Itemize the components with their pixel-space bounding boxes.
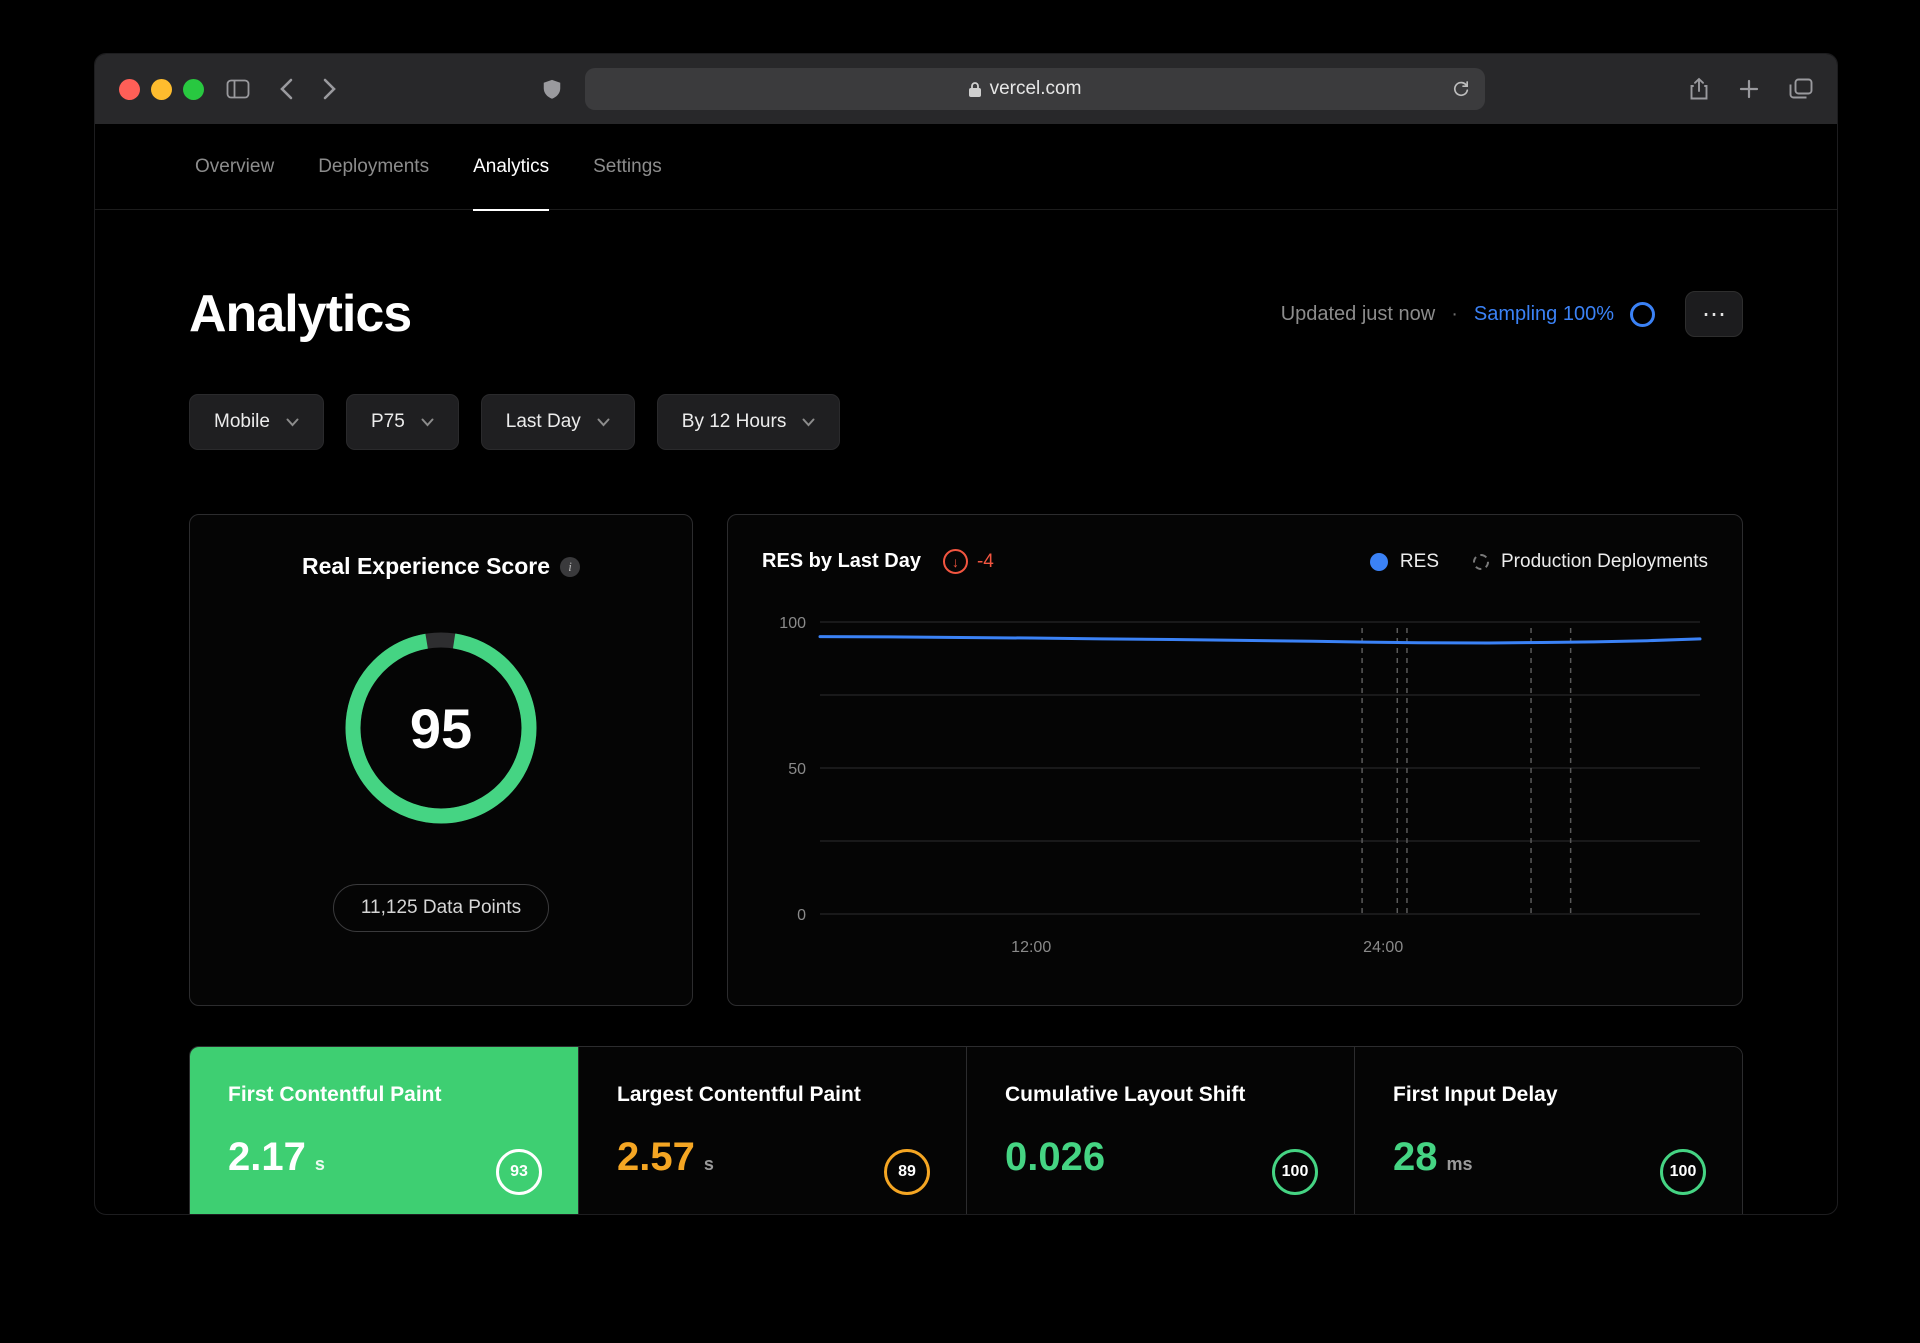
deployments-legend-dashed-circle-icon xyxy=(1473,553,1489,570)
legend-label: RES xyxy=(1399,550,1439,572)
chart-title: RES by Last Day xyxy=(762,550,921,572)
back-button-icon[interactable] xyxy=(280,78,293,100)
res-chart-card: RES by Last Day ↓ -4 RES Production Depl… xyxy=(727,514,1743,1006)
svg-text:24:00: 24:00 xyxy=(1363,939,1403,956)
tab-deployments[interactable]: Deployments xyxy=(318,124,429,210)
tab-label: Deployments xyxy=(318,155,430,177)
page-title: Analytics xyxy=(189,285,412,343)
reload-icon[interactable] xyxy=(1451,79,1471,99)
metric-card-first-input-delay[interactable]: First Input Delay 28 ms 100 xyxy=(1354,1047,1742,1214)
metric-score-badge: 93 xyxy=(496,1149,542,1195)
svg-text:50: 50 xyxy=(788,761,806,778)
sampling-progress-ring xyxy=(1630,301,1655,327)
arrow-down-circle-icon: ↓ xyxy=(942,549,968,574)
metric-card-first-contentful-paint[interactable]: First Contentful Paint 2.17 s 93 xyxy=(190,1047,578,1214)
chevron-down-icon xyxy=(421,418,434,426)
zoom-window-button[interactable] xyxy=(183,78,204,100)
metric-unit: s xyxy=(703,1154,714,1174)
analytics-page: Analytics Updated just now · Sampling 10… xyxy=(95,284,1837,1214)
metric-title: First Input Delay xyxy=(1393,1083,1558,1106)
res-line-chart[interactable]: 100 50 0 12:00 24:00 xyxy=(762,614,1708,962)
metric-card-largest-contentful-paint[interactable]: Largest Contentful Paint 2.57 s 89 xyxy=(578,1047,966,1214)
metric-unit: ms xyxy=(1446,1154,1473,1174)
metric-score-badge: 100 xyxy=(1660,1149,1706,1195)
filter-label: P75 xyxy=(370,411,405,432)
svg-text:100: 100 xyxy=(779,615,806,632)
res-score-value: 95 xyxy=(409,696,473,760)
share-icon[interactable] xyxy=(1689,77,1709,101)
metric-card-cumulative-layout-shift[interactable]: Cumulative Layout Shift 0.026 100 xyxy=(966,1047,1354,1214)
tab-label: Overview xyxy=(195,155,275,177)
tab-settings[interactable]: Settings xyxy=(593,124,662,210)
filter-bar: Mobile P75 Last Day By 12 Hours xyxy=(189,394,1743,450)
score-gauge: 95 xyxy=(341,628,541,828)
tab-label: Analytics xyxy=(473,155,550,177)
info-icon[interactable]: i xyxy=(560,556,581,577)
more-options-button[interactable]: ⋯ xyxy=(1685,291,1743,337)
chevron-down-icon xyxy=(802,418,815,426)
legend-production-deployments[interactable]: Production Deployments xyxy=(1473,551,1708,573)
percentile-filter-dropdown[interactable]: P75 xyxy=(345,394,459,450)
chevron-down-icon xyxy=(286,418,299,426)
delta-indicator: ↓ -4 xyxy=(942,549,994,574)
lock-icon xyxy=(968,81,982,98)
filter-label: Last Day xyxy=(505,411,581,432)
updated-status: Updated just now xyxy=(1280,302,1436,325)
tab-overview-icon[interactable] xyxy=(1789,78,1813,100)
legend-label: Production Deployments xyxy=(1501,550,1708,572)
site-nav: Overview Deployments Analytics Settings xyxy=(95,124,1837,211)
url-text: vercel.com xyxy=(989,78,1082,99)
filter-label: By 12 Hours xyxy=(681,411,787,432)
metric-title: Largest Contentful Paint xyxy=(617,1083,861,1106)
real-experience-score-card: Real Experience Score i 95 11,125 Data P… xyxy=(189,514,693,1006)
legend-res[interactable]: RES xyxy=(1369,550,1439,573)
metric-value: 28 xyxy=(1393,1135,1438,1179)
meta-separator: · xyxy=(1451,302,1458,325)
tab-overview[interactable]: Overview xyxy=(195,124,274,210)
new-tab-icon[interactable] xyxy=(1739,79,1759,99)
browser-chrome: vercel.com xyxy=(95,54,1837,124)
sidebar-toggle-icon[interactable] xyxy=(226,79,250,99)
metric-value: 0.026 xyxy=(1005,1135,1106,1179)
privacy-shield-icon[interactable] xyxy=(541,77,563,101)
sampling-link[interactable]: Sampling 100% xyxy=(1474,303,1614,326)
data-points-badge: 11,125 Data Points xyxy=(332,884,550,932)
metric-score-badge: 100 xyxy=(1272,1149,1318,1195)
metric-value: 2.57 xyxy=(617,1135,695,1179)
metric-unit: s xyxy=(314,1154,325,1174)
tab-label: Settings xyxy=(593,155,662,177)
address-bar[interactable]: vercel.com xyxy=(584,68,1485,110)
chevron-down-icon xyxy=(597,418,610,426)
metric-value: 2.17 xyxy=(228,1135,306,1179)
close-window-button[interactable] xyxy=(119,78,140,100)
traffic-lights xyxy=(119,78,204,100)
tab-analytics[interactable]: Analytics xyxy=(473,124,550,211)
minimize-window-button[interactable] xyxy=(151,78,172,100)
res-card-title: Real Experience Score xyxy=(301,553,551,579)
forward-button-icon[interactable] xyxy=(323,78,336,100)
ellipsis-icon: ⋯ xyxy=(1702,300,1726,328)
delta-value: -4 xyxy=(976,550,994,572)
res-legend-dot-icon xyxy=(1369,552,1388,571)
chart-legend: RES Production Deployments xyxy=(1369,550,1708,573)
device-filter-dropdown[interactable]: Mobile xyxy=(189,394,324,450)
svg-text:0: 0 xyxy=(797,907,806,924)
metric-title: Cumulative Layout Shift xyxy=(1005,1083,1246,1106)
metric-score-badge: 89 xyxy=(884,1149,930,1195)
web-vitals-row: First Contentful Paint 2.17 s 93 Largest… xyxy=(189,1046,1743,1214)
interval-filter-dropdown[interactable]: By 12 Hours xyxy=(656,394,841,450)
svg-text:12:00: 12:00 xyxy=(1011,939,1051,956)
metric-title: First Contentful Paint xyxy=(228,1083,442,1106)
timerange-filter-dropdown[interactable]: Last Day xyxy=(480,394,635,450)
browser-window: vercel.com Overview Deployments Analytic… xyxy=(94,53,1838,1215)
filter-label: Mobile xyxy=(214,411,270,432)
